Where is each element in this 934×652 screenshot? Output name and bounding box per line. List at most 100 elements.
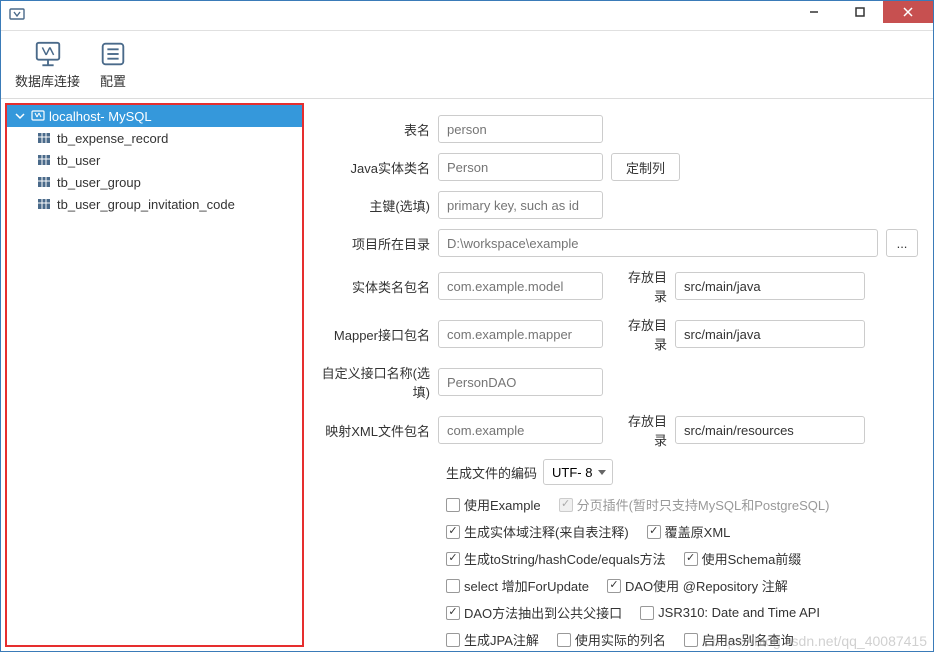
check-row-5: DAO方法抽出到公共父接口 JSR310: Date and Time API (446, 603, 923, 622)
config-label: 配置 (100, 71, 126, 90)
tree-node-label: tb_user (57, 153, 100, 168)
row-table-name: 表名 (318, 115, 923, 143)
form-panel: 表名 Java实体类名 定制列 主键(选填) 项目所在目录 ... 实体类名包名 (308, 99, 933, 651)
titlebar (1, 1, 933, 31)
chk-dao-parent-label: DAO方法抽出到公共父接口 (464, 603, 622, 622)
row-encoding: 生成文件的编码 UTF- 8 (446, 459, 923, 485)
chk-tostring-label: 生成toString/hashCode/equals方法 (464, 549, 666, 568)
check-row-2: 生成实体域注释(来自表注释) 覆盖原XML (446, 522, 923, 541)
table-icon (37, 197, 51, 211)
table-icon (37, 153, 51, 167)
input-pk[interactable] (438, 191, 603, 219)
tree-node-label: tb_user_group (57, 175, 141, 190)
input-custom-iface[interactable] (438, 368, 603, 396)
content-area: localhost- MySQL tb_expense_record tb_us… (1, 99, 933, 651)
input-table-name[interactable] (438, 115, 603, 143)
label-entity-pkg: 实体类名包名 (318, 277, 438, 296)
titlebar-left (1, 6, 25, 25)
close-button[interactable] (883, 1, 933, 23)
chk-jpa[interactable]: 生成JPA注解 (446, 630, 539, 649)
chk-schema-prefix-label: 使用Schema前缀 (702, 549, 802, 568)
tree-node-label: tb_expense_record (57, 131, 168, 146)
chk-entity-comment-label: 生成实体域注释(来自表注释) (464, 522, 629, 541)
label-table-name: 表名 (318, 120, 438, 139)
input-mapper-dir[interactable] (675, 320, 865, 348)
row-project-dir: 项目所在目录 ... (318, 229, 923, 257)
chk-dao-repo[interactable]: DAO使用 @Repository 注解 (607, 576, 788, 595)
chk-real-col-label: 使用实际的列名 (575, 630, 666, 649)
input-xml-pkg[interactable] (438, 416, 603, 444)
chk-tostring[interactable]: 生成toString/hashCode/equals方法 (446, 549, 666, 568)
chk-jsr310[interactable]: JSR310: Date and Time API (640, 605, 820, 620)
row-entity-pkg: 实体类名包名 存放目录 (318, 267, 923, 305)
row-mapper-pkg: Mapper接口包名 存放目录 (318, 315, 923, 353)
chk-dao-repo-label: DAO使用 @Repository 注解 (625, 576, 788, 595)
chk-pagination: 分页插件(暂时只支持MySQL和PostgreSQL) (559, 495, 830, 514)
chk-schema-prefix[interactable]: 使用Schema前缀 (684, 549, 802, 568)
app-icon (9, 6, 25, 25)
label-save-dir-1: 存放目录 (617, 267, 675, 305)
tree-table-node[interactable]: tb_user (7, 149, 302, 171)
label-entity-name: Java实体类名 (318, 158, 438, 177)
chk-use-example-label: 使用Example (464, 495, 541, 514)
check-row-6: 生成JPA注解 使用实际的列名 启用as别名查询 (446, 630, 923, 649)
tree-table-node[interactable]: tb_user_group (7, 171, 302, 193)
row-entity-name: Java实体类名 定制列 (318, 153, 923, 181)
chk-for-update[interactable]: select 增加ForUpdate (446, 576, 589, 595)
chk-for-update-label: select 增加ForUpdate (464, 576, 589, 595)
config-icon (98, 39, 128, 69)
tree-table-node[interactable]: tb_expense_record (7, 127, 302, 149)
input-entity-dir[interactable] (675, 272, 865, 300)
encoding-combo[interactable]: UTF- 8 (543, 459, 613, 485)
browse-button[interactable]: ... (886, 229, 918, 257)
maximize-button[interactable] (837, 1, 883, 23)
chk-jsr310-label: JSR310: Date and Time API (658, 605, 820, 620)
label-mapper-pkg: Mapper接口包名 (318, 325, 438, 344)
input-mapper-pkg[interactable] (438, 320, 603, 348)
db-icon (31, 109, 45, 123)
db-connect-icon (33, 39, 63, 69)
chk-override-xml[interactable]: 覆盖原XML (647, 522, 731, 541)
encoding-value: UTF- 8 (552, 465, 592, 480)
chk-as-alias[interactable]: 启用as别名查询 (684, 630, 794, 649)
input-entity-pkg[interactable] (438, 272, 603, 300)
tree-root-node[interactable]: localhost- MySQL (7, 105, 302, 127)
row-xml-pkg: 映射XML文件包名 存放目录 (318, 411, 923, 449)
table-icon (37, 175, 51, 189)
db-tree: localhost- MySQL tb_expense_record tb_us… (7, 105, 302, 215)
row-custom-iface: 自定义接口名称(选填) (318, 363, 923, 401)
chk-jpa-label: 生成JPA注解 (464, 630, 539, 649)
chk-dao-parent[interactable]: DAO方法抽出到公共父接口 (446, 603, 622, 622)
table-icon (37, 131, 51, 145)
db-connect-button[interactable]: 数据库连接 (15, 39, 80, 98)
label-save-dir-2: 存放目录 (617, 315, 675, 353)
config-button[interactable]: 配置 (98, 39, 128, 98)
check-row-3: 生成toString/hashCode/equals方法 使用Schema前缀 (446, 549, 923, 568)
chk-as-alias-label: 启用as别名查询 (702, 630, 794, 649)
input-project-dir[interactable] (438, 229, 878, 257)
minimize-button[interactable] (791, 1, 837, 23)
custom-column-button[interactable]: 定制列 (611, 153, 680, 181)
row-pk: 主键(选填) (318, 191, 923, 219)
chk-real-col[interactable]: 使用实际的列名 (557, 630, 666, 649)
expand-icon (13, 109, 27, 123)
input-xml-dir[interactable] (675, 416, 865, 444)
tree-root-label: localhost- MySQL (49, 109, 152, 124)
app-window: 数据库连接 配置 localhost- MySQL tb_expense_rec… (0, 0, 934, 652)
label-xml-pkg: 映射XML文件包名 (318, 421, 438, 440)
chk-use-example[interactable]: 使用Example (446, 495, 541, 514)
label-project-dir: 项目所在目录 (318, 234, 438, 253)
label-save-dir-3: 存放目录 (617, 411, 675, 449)
check-row-1: 使用Example 分页插件(暂时只支持MySQL和PostgreSQL) (446, 495, 923, 514)
db-tree-sidebar: localhost- MySQL tb_expense_record tb_us… (5, 103, 304, 647)
toolbar: 数据库连接 配置 (1, 31, 933, 99)
input-entity-name[interactable] (438, 153, 603, 181)
window-controls (791, 1, 933, 30)
check-row-4: select 增加ForUpdate DAO使用 @Repository 注解 (446, 576, 923, 595)
chk-entity-comment[interactable]: 生成实体域注释(来自表注释) (446, 522, 629, 541)
label-encoding: 生成文件的编码 (446, 463, 537, 482)
tree-table-node[interactable]: tb_user_group_invitation_code (7, 193, 302, 215)
chk-pagination-label: 分页插件(暂时只支持MySQL和PostgreSQL) (577, 495, 830, 514)
label-pk: 主键(选填) (318, 196, 438, 215)
tree-node-label: tb_user_group_invitation_code (57, 197, 235, 212)
